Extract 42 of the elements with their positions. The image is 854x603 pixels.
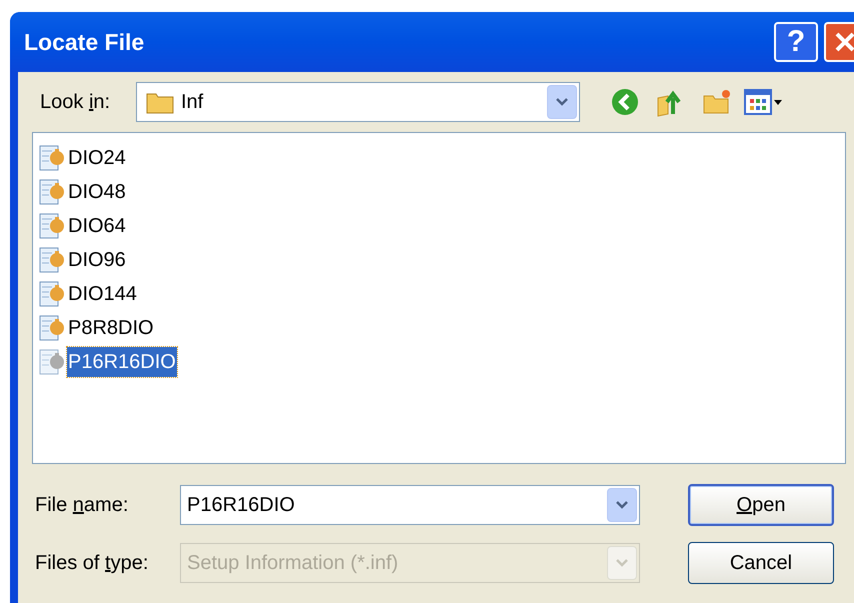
settings-file-icon (37, 347, 67, 377)
file-name-label: File name: (35, 493, 130, 518)
settings-file-icon (37, 177, 67, 207)
dropdown-button[interactable] (607, 488, 637, 522)
file-name: DIO48 (67, 180, 127, 205)
file-name: P8R8DIO (67, 316, 155, 341)
settings-file-icon (37, 313, 67, 343)
file-item[interactable]: P8R8DIO (37, 311, 845, 345)
settings-file-icon (37, 211, 67, 241)
cancel-button[interactable]: Cancel (688, 542, 834, 584)
file-name-field[interactable]: P16R16DIO (180, 485, 640, 525)
field-value: P16R16DIO (186, 493, 296, 518)
look-in-label: Look in: (40, 90, 112, 115)
file-item[interactable]: DIO144 (37, 277, 845, 311)
close-icon (834, 31, 854, 53)
file-name: DIO96 (67, 248, 127, 273)
look-in-dropdown[interactable]: Inf (136, 82, 580, 122)
settings-file-icon (37, 279, 67, 309)
file-item[interactable]: P16R16DIO (37, 345, 845, 379)
file-name: DIO144 (67, 282, 138, 307)
file-name: DIO64 (67, 214, 127, 239)
field-value: Inf (180, 90, 204, 115)
caret-icon (615, 558, 629, 568)
file-item[interactable]: DIO48 (37, 175, 845, 209)
field-value: Setup Information (*.inf) (186, 551, 400, 576)
dropdown-button[interactable] (547, 85, 577, 119)
caret-icon (555, 97, 569, 107)
caret-icon (615, 500, 629, 510)
open-button[interactable]: Open (688, 484, 834, 526)
close-button[interactable] (824, 22, 854, 62)
file-item[interactable]: DIO64 (37, 209, 845, 243)
settings-file-icon (37, 143, 67, 173)
file-type-label: Files of type: (35, 551, 150, 576)
file-item[interactable]: DIO24 (37, 141, 845, 175)
file-item[interactable]: DIO96 (37, 243, 845, 277)
help-button[interactable]: ? (774, 22, 818, 62)
settings-file-icon (37, 245, 67, 275)
window-title: Locate File (24, 28, 146, 57)
caret-icon (774, 100, 782, 104)
grid-view-icon (744, 89, 772, 115)
file-name: P16R16DIO (67, 347, 177, 377)
file-name: DIO24 (67, 146, 127, 171)
